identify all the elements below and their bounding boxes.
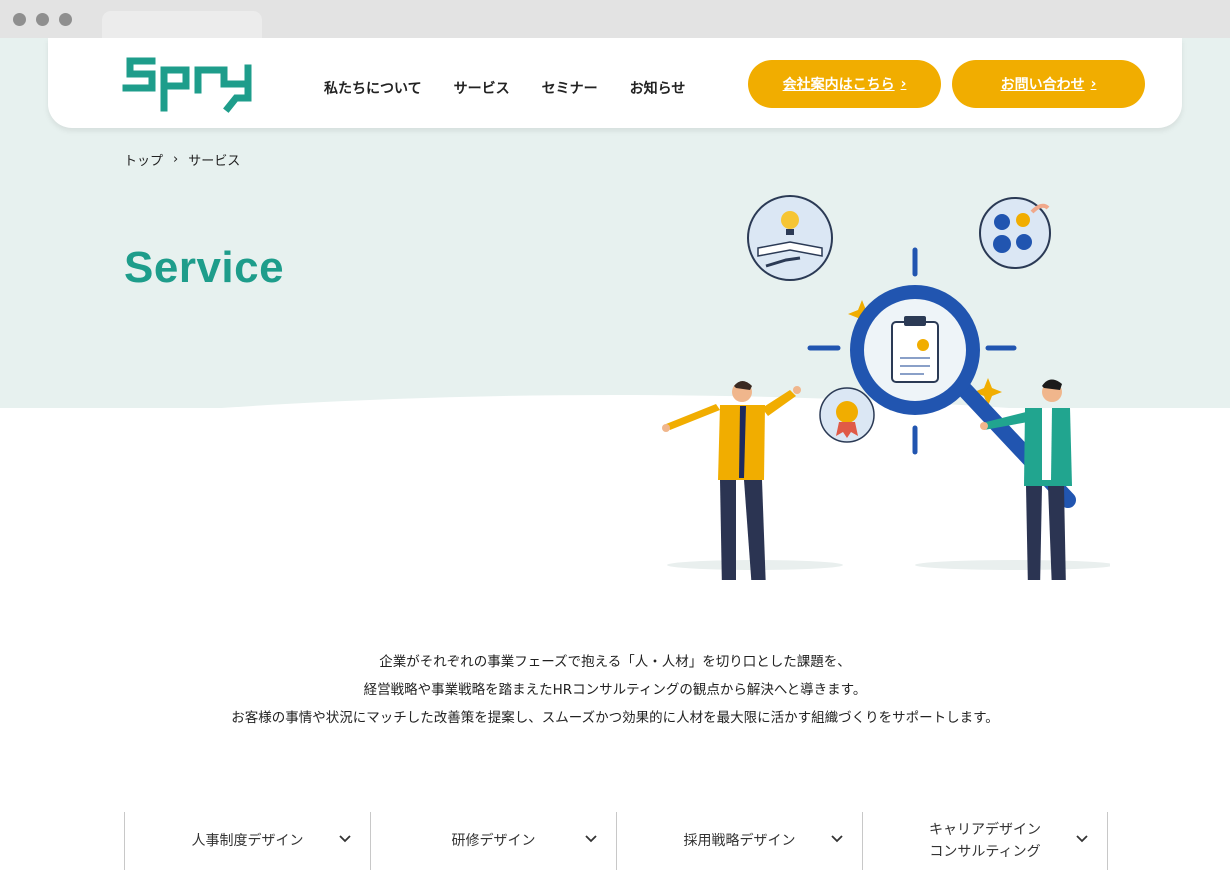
window-minimize-dot[interactable]: [36, 13, 49, 26]
intro-line-3: お客様の事情や状況にマッチした改善策を提案し、スムーズかつ効果的に人材を最大限に…: [231, 710, 999, 726]
service-tab-hr-system[interactable]: 人事制度デザイン: [124, 812, 370, 870]
browser-tab[interactable]: [102, 11, 262, 38]
company-profile-button[interactable]: 会社案内はこちら ›: [748, 60, 941, 108]
page-title: Service: [124, 243, 285, 292]
service-tab-label-line1: キャリアデザイン: [929, 822, 1041, 838]
browser-chrome: [0, 0, 1230, 38]
breadcrumb-top[interactable]: トップ: [124, 150, 163, 169]
spry-logo-mark: [122, 57, 252, 113]
service-tab-recruitment[interactable]: 採用戦略デザイン: [616, 812, 862, 870]
page: 私たちについて サービス セミナー お知らせ 会社案内はこちら › お問い合わせ…: [0, 38, 1230, 870]
service-tab-label: キャリアデザイン コンサルティング: [929, 819, 1041, 863]
lightbulb-book-icon: [747, 195, 833, 281]
award-badge-icon: [819, 387, 875, 443]
chevron-right-icon: ›: [900, 76, 907, 92]
contact-button[interactable]: お問い合わせ ›: [952, 60, 1145, 108]
person-pointing: [662, 381, 801, 580]
chevron-right-icon: ›: [1090, 76, 1097, 92]
chevron-down-icon: [339, 835, 351, 843]
window-close-dot[interactable]: [13, 13, 26, 26]
intro-text: 企業がそれぞれの事業フェーズで抱える「人・人材」を切り口とした課題を、 経営戦略…: [0, 648, 1230, 732]
gears-icon: [979, 197, 1051, 269]
nav-item-news[interactable]: お知らせ: [630, 78, 686, 98]
service-tab-label: 採用戦略デザイン: [683, 833, 796, 849]
chevron-down-icon: [831, 835, 843, 843]
window-maximize-dot[interactable]: [59, 13, 72, 26]
chevron-right-icon: ›: [173, 152, 179, 167]
ground-shadow-right: [915, 560, 1110, 570]
intro-line-2: 経営戦略や事業戦略を踏まえたHRコンサルティングの観点から解決へと導きます。: [363, 682, 867, 698]
service-tab-label-line2: コンサルティング: [929, 844, 1041, 860]
clipboard-icon: [891, 316, 939, 383]
service-tab-career[interactable]: キャリアデザイン コンサルティング: [862, 812, 1108, 870]
chevron-down-icon: [585, 835, 597, 843]
contact-button-label: お問い合わせ: [1000, 77, 1085, 93]
service-tab-label: 人事制度デザイン: [191, 833, 304, 849]
breadcrumb: トップ › サービス: [124, 150, 240, 169]
hero-illustration: [662, 195, 1110, 580]
logo[interactable]: [122, 52, 258, 118]
nav-item-seminar[interactable]: セミナー: [542, 78, 598, 98]
service-tab-training[interactable]: 研修デザイン: [370, 812, 616, 870]
nav-item-about[interactable]: 私たちについて: [324, 78, 422, 98]
main-nav: 私たちについて サービス セミナー お知らせ: [324, 78, 685, 98]
service-tabs: 人事制度デザイン 研修デザイン 採用戦略デザイン キャリアデザイン コンサルティ…: [124, 812, 1108, 870]
nav-item-service[interactable]: サービス: [454, 78, 510, 98]
service-tab-label: 研修デザイン: [451, 833, 536, 849]
intro-line-1: 企業がそれぞれの事業フェーズで抱える「人・人材」を切り口とした課題を、: [379, 654, 851, 670]
chevron-down-icon: [1076, 835, 1088, 843]
breadcrumb-current: サービス: [188, 154, 241, 169]
site-header: 私たちについて サービス セミナー お知らせ 会社案内はこちら › お問い合わせ…: [48, 38, 1182, 128]
company-profile-button-label: 会社案内はこちら: [782, 77, 895, 93]
